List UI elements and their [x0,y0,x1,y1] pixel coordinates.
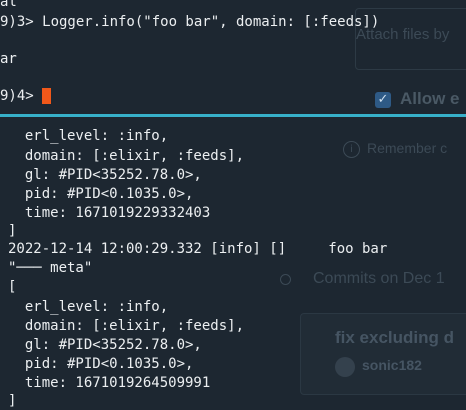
log-line: ] [8,223,17,239]
log-line: time: 1671019264509991 [8,375,211,391]
terminal-pane-top[interactable]: al 9)3> Logger.info("foo bar", domain: [… [0,0,466,114]
log-line: pid: #PID<0.1035.0>, [8,356,194,372]
log-line: domain: [:elixir, :feeds], [8,148,245,164]
log-line: 2022-12-14 12:00:29.332 [info] [] foo ba… [8,241,388,257]
terminal-line: 9)3> Logger.info("foo bar", domain: [:fe… [0,14,380,30]
pane-divider[interactable] [0,114,466,117]
terminal-prompt[interactable]: 9)4> [0,87,42,105]
log-line: erl_level: :info, [8,128,169,144]
log-line: gl: #PID<35252.78.0>, [8,167,202,183]
screen: Attach files by ✓ Allow e i Remember c C… [0,0,466,410]
log-line: ] [8,393,17,409]
terminal-cursor [42,88,51,104]
log-line: "─── meta" [8,260,93,276]
log-line: pid: #PID<0.1035.0>, [8,186,194,202]
log-line: gl: #PID<35252.78.0>, [8,337,202,353]
terminal-line: ar [0,51,17,67]
log-line: domain: [:elixir, :feeds], [8,318,245,334]
log-line: time: 1671019229332403 [8,205,211,221]
terminal-line: al [0,0,17,10]
terminal-pane-bottom[interactable]: erl_level: :info, domain: [:elixir, :fee… [0,118,466,410]
log-line: erl_level: :info, [8,299,169,315]
log-line: [ [8,279,17,295]
